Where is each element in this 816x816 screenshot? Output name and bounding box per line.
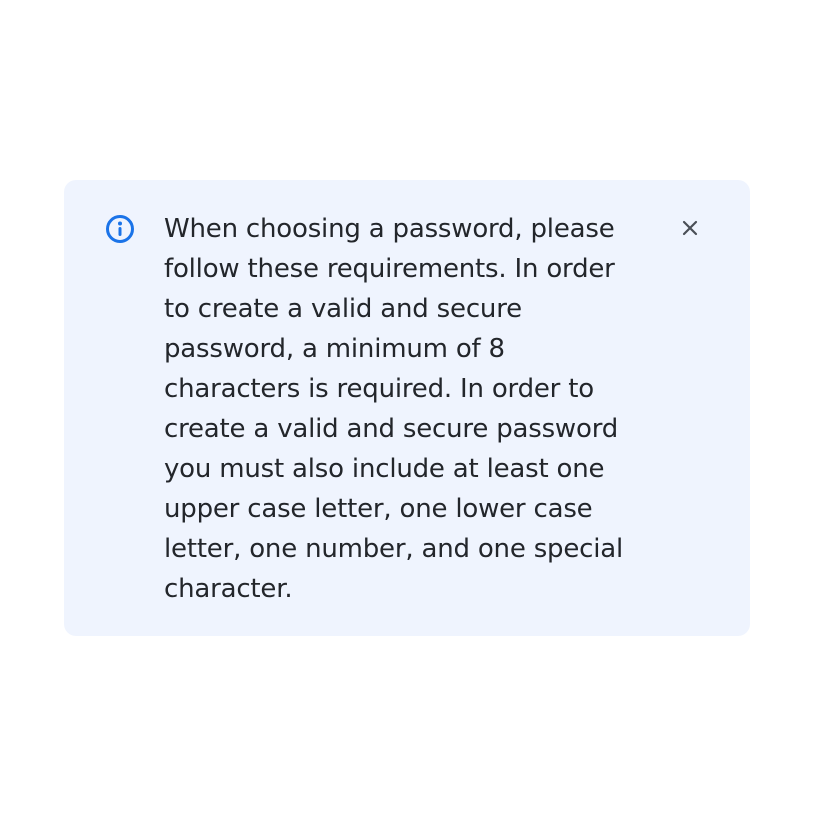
info-callout: When choosing a password, please follow …	[64, 180, 750, 636]
close-button[interactable]	[676, 214, 704, 242]
info-icon	[104, 213, 136, 245]
close-icon	[680, 218, 700, 238]
page: When choosing a password, please follow …	[0, 0, 816, 816]
callout-message: When choosing a password, please follow …	[164, 214, 624, 604]
